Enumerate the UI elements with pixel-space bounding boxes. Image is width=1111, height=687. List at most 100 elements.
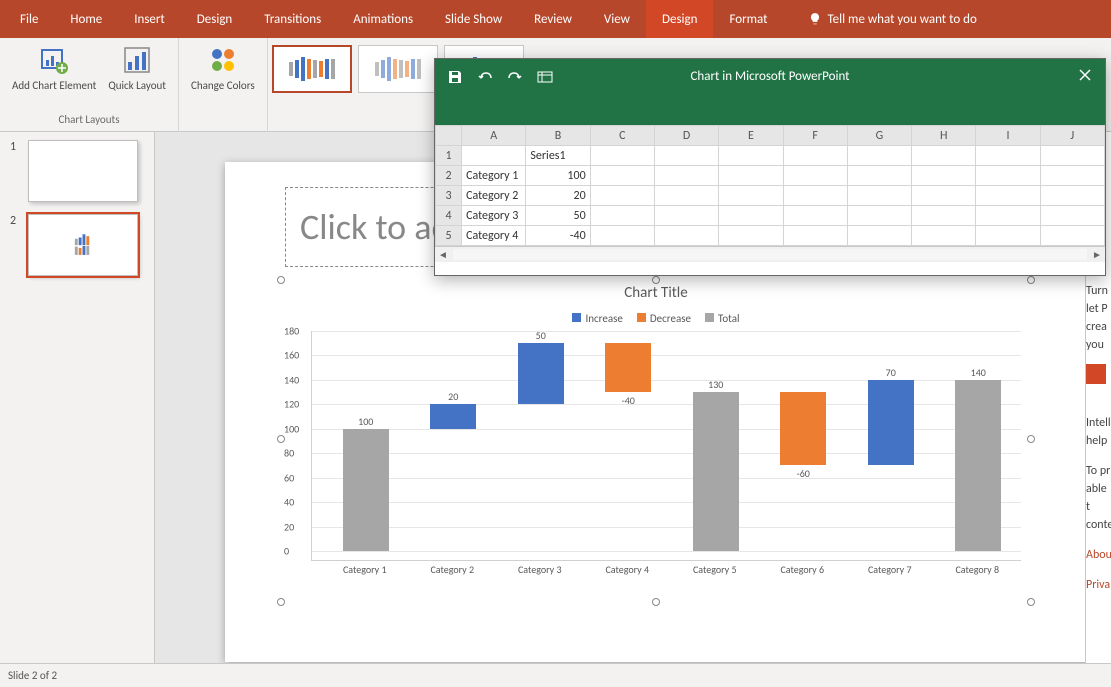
column-header[interactable]: B — [526, 126, 590, 146]
row-header[interactable]: 4 — [436, 206, 462, 226]
cell[interactable] — [847, 146, 911, 166]
cell[interactable] — [783, 186, 847, 206]
cell[interactable] — [912, 186, 976, 206]
cell[interactable] — [654, 226, 718, 246]
cell[interactable] — [590, 206, 654, 226]
column-header[interactable]: J — [1040, 126, 1104, 146]
cell[interactable]: -40 — [526, 226, 590, 246]
cell[interactable]: Category 4 — [462, 226, 526, 246]
cell[interactable] — [912, 226, 976, 246]
column-header[interactable]: H — [912, 126, 976, 146]
cell[interactable] — [976, 186, 1040, 206]
tab-transitions[interactable]: Transitions — [248, 0, 337, 38]
cell[interactable]: Series1 — [526, 146, 590, 166]
row-header[interactable]: 2 — [436, 166, 462, 186]
cell[interactable] — [847, 206, 911, 226]
scroll-right-icon[interactable]: ► — [1089, 247, 1105, 263]
cell[interactable] — [654, 166, 718, 186]
row-header[interactable]: 5 — [436, 226, 462, 246]
tab-chart-format[interactable]: Format — [713, 0, 783, 38]
slide-thumb-1[interactable]: 1 — [10, 140, 144, 202]
cell[interactable] — [847, 166, 911, 186]
add-chart-element-button[interactable]: Add Chart Element — [8, 42, 100, 94]
cell[interactable] — [783, 206, 847, 226]
cell[interactable] — [654, 206, 718, 226]
cell[interactable] — [783, 166, 847, 186]
bar[interactable]: -40 — [605, 343, 651, 392]
cell[interactable] — [976, 226, 1040, 246]
quick-layout-button[interactable]: Quick Layout — [104, 42, 170, 94]
cell[interactable] — [719, 166, 783, 186]
change-colors-button[interactable]: Change Colors — [187, 42, 259, 94]
cell[interactable]: Category 3 — [462, 206, 526, 226]
cell[interactable] — [912, 146, 976, 166]
cell[interactable] — [1040, 226, 1104, 246]
about-link[interactable]: Abou — [1086, 548, 1111, 562]
cell[interactable] — [976, 206, 1040, 226]
spreadsheet[interactable]: ABCDEFGHIJ1Series12Category 11003Categor… — [435, 125, 1105, 246]
chart-style-2[interactable] — [358, 45, 438, 93]
column-header[interactable]: I — [976, 126, 1040, 146]
bar[interactable]: 130 — [693, 392, 739, 551]
row-header[interactable]: 1 — [436, 146, 462, 166]
tab-view[interactable]: View — [588, 0, 646, 38]
cell[interactable] — [719, 206, 783, 226]
cell[interactable] — [783, 146, 847, 166]
cell[interactable] — [976, 166, 1040, 186]
cell[interactable] — [1040, 206, 1104, 226]
tab-home[interactable]: Home — [54, 0, 118, 38]
slide-thumb-2[interactable]: 2 — [10, 214, 144, 276]
bar[interactable]: -60 — [780, 392, 826, 465]
cell[interactable] — [462, 146, 526, 166]
cell[interactable] — [912, 206, 976, 226]
tab-design[interactable]: Design — [181, 0, 248, 38]
cell[interactable] — [912, 166, 976, 186]
column-header[interactable]: G — [847, 126, 911, 146]
chart-legend[interactable]: Increase Decrease Total — [281, 312, 1031, 325]
chart-data-editor[interactable]: Chart in Microsoft PowerPoint ABCDEFGHIJ… — [434, 58, 1106, 276]
bar[interactable]: 20 — [430, 404, 476, 428]
cell[interactable] — [590, 186, 654, 206]
cell[interactable] — [847, 186, 911, 206]
chart-style-1[interactable] — [272, 45, 352, 93]
column-header[interactable]: F — [783, 126, 847, 146]
cell[interactable] — [654, 186, 718, 206]
cell[interactable]: Category 1 — [462, 166, 526, 186]
bar[interactable]: 100 — [343, 429, 389, 551]
scroll-left-icon[interactable]: ◄ — [435, 247, 451, 263]
tell-me[interactable]: Tell me what you want to do — [792, 0, 993, 38]
cell[interactable] — [590, 166, 654, 186]
cell[interactable] — [1040, 166, 1104, 186]
bar[interactable]: 50 — [518, 343, 564, 404]
cell[interactable] — [1040, 146, 1104, 166]
column-header[interactable]: D — [654, 126, 718, 146]
tab-chart-design[interactable]: Design — [646, 0, 713, 38]
cell[interactable] — [719, 226, 783, 246]
cell[interactable]: 100 — [526, 166, 590, 186]
tab-slideshow[interactable]: Slide Show — [429, 0, 518, 38]
cell[interactable] — [590, 226, 654, 246]
cell[interactable] — [719, 186, 783, 206]
cell[interactable] — [783, 226, 847, 246]
bar[interactable]: 140 — [955, 380, 1001, 551]
tab-insert[interactable]: Insert — [118, 0, 181, 38]
bar[interactable]: 70 — [868, 380, 914, 466]
column-header[interactable]: E — [719, 126, 783, 146]
cell[interactable]: 20 — [526, 186, 590, 206]
cell[interactable] — [976, 146, 1040, 166]
cell[interactable] — [654, 146, 718, 166]
row-header[interactable]: 3 — [436, 186, 462, 206]
cell[interactable]: 50 — [526, 206, 590, 226]
tab-file[interactable]: File — [4, 0, 54, 38]
cell[interactable]: Category 2 — [462, 186, 526, 206]
cell[interactable] — [847, 226, 911, 246]
close-button[interactable] — [1077, 67, 1097, 87]
column-header[interactable]: A — [462, 126, 526, 146]
horizontal-scrollbar[interactable]: ◄ ► — [435, 246, 1105, 262]
chart-title[interactable]: Chart Title — [281, 280, 1031, 302]
cell[interactable] — [590, 146, 654, 166]
tab-review[interactable]: Review — [518, 0, 588, 38]
privacy-link[interactable]: Priva — [1086, 578, 1110, 592]
chart-object[interactable]: Chart Title Increase Decrease Total 0204… — [281, 280, 1031, 605]
cell[interactable] — [719, 146, 783, 166]
